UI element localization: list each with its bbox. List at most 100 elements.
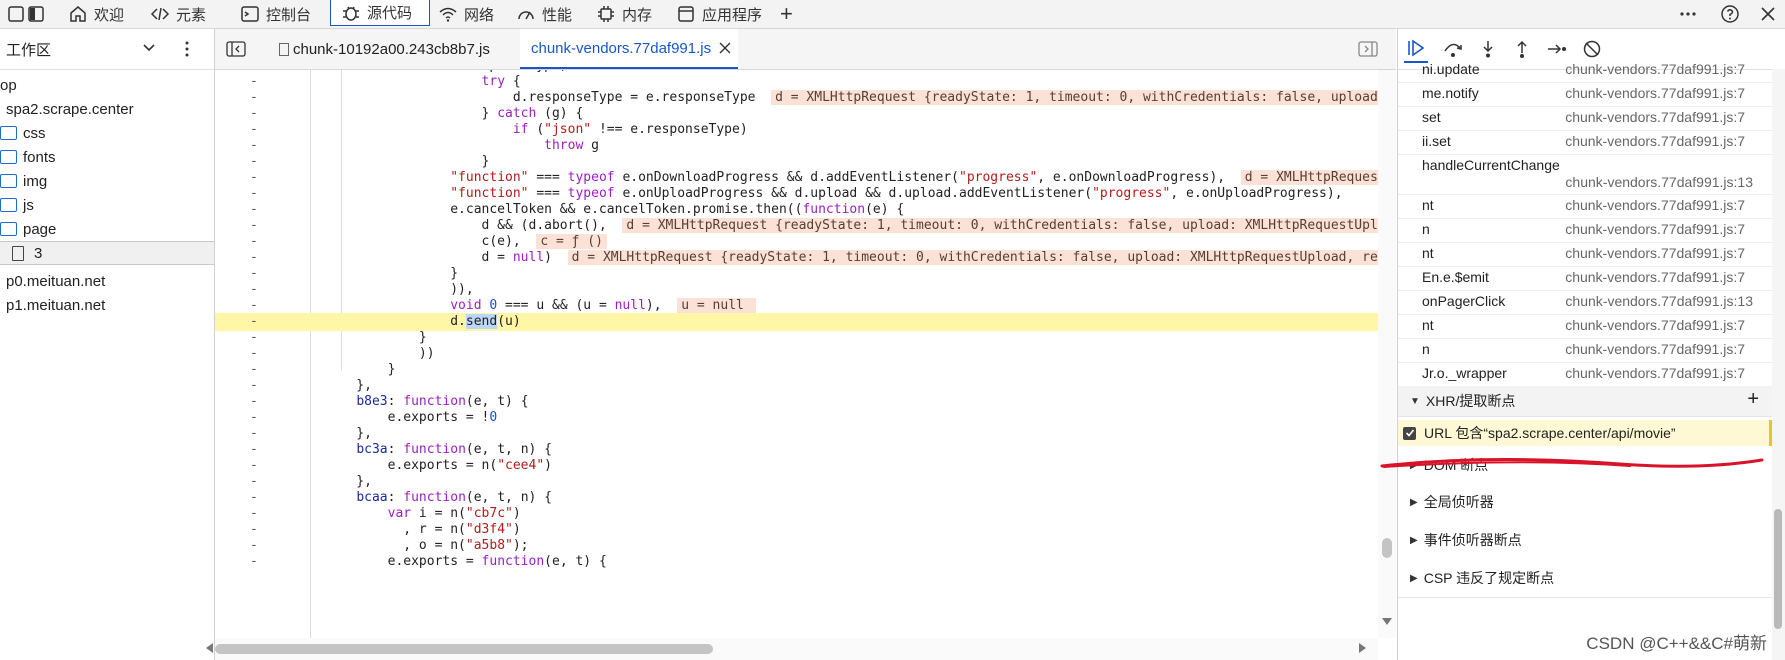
toggle-navigator-icon[interactable]: [223, 29, 249, 69]
event-listener-breakpoints-header[interactable]: ▶ 事件侦听器断点: [1398, 521, 1773, 560]
frame-location[interactable]: chunk-vendors.77daf991.js:7: [1565, 61, 1745, 77]
step-into-icon[interactable]: [1478, 39, 1498, 59]
add-tab-button[interactable]: +: [780, 0, 793, 28]
editor-horizontal-scrollbar[interactable]: [206, 638, 1378, 660]
checkbox-checked[interactable]: [1403, 426, 1416, 440]
tab-label: 内存: [622, 6, 653, 24]
call-frame[interactable]: nt chunk-vendors.77daf991.js:7: [1398, 314, 1773, 339]
call-frame[interactable]: set chunk-vendors.77daf991.js:7: [1398, 106, 1773, 131]
tree-item-domain[interactable]: spa2.scrape.center: [6, 97, 134, 121]
call-frame[interactable]: En.e.$emit chunk-vendors.77daf991.js:7: [1398, 266, 1773, 291]
editor-tab-chunk[interactable]: chunk-10192a00.243cb8b7.js: [275, 29, 490, 69]
xhr-breakpoint-entry[interactable]: URL 包含“spa2.scrape.center/api/movie”: [1398, 420, 1773, 446]
tree-item-domain[interactable]: p0.meituan.net: [6, 269, 105, 293]
toggle-debugger-icon[interactable]: [1355, 29, 1381, 69]
frame-location[interactable]: chunk-vendors.77daf991.js:7: [1565, 317, 1745, 333]
tree-item-label: p0.meituan.net: [6, 272, 106, 290]
step-icon[interactable]: [1546, 39, 1568, 59]
tree-item-file-selected[interactable]: 3: [0, 241, 214, 265]
tab-console[interactable]: 控制台: [240, 0, 311, 28]
call-frame[interactable]: n chunk-vendors.77daf991.js:7: [1398, 218, 1773, 243]
workspace-tab[interactable]: 工作区: [6, 39, 51, 60]
console-icon: [240, 4, 260, 24]
step-out-icon[interactable]: [1512, 39, 1532, 59]
collapsed-triangle-icon: ▶: [1410, 496, 1418, 508]
call-frame[interactable]: nt chunk-vendors.77daf991.js:7: [1398, 194, 1773, 219]
scroll-thumb[interactable]: [1774, 509, 1782, 629]
step-over-icon[interactable]: [1442, 39, 1464, 59]
help-icon[interactable]: [1718, 2, 1742, 26]
frame-location[interactable]: chunk-vendors.77daf991.js:7: [1565, 109, 1745, 125]
frame-location[interactable]: chunk-vendors.77daf991.js:7: [1565, 221, 1745, 237]
frame-location[interactable]: chunk-vendors.77daf991.js:7: [1565, 197, 1745, 213]
home-icon: [68, 4, 88, 24]
tab-elements[interactable]: 元素: [150, 0, 206, 28]
call-frame[interactable]: nt chunk-vendors.77daf991.js:7: [1398, 242, 1773, 267]
deactivate-breakpoints-icon[interactable]: [1582, 39, 1602, 59]
call-frame[interactable]: ii.set chunk-vendors.77daf991.js:7: [1398, 130, 1773, 155]
frame-location[interactable]: chunk-vendors.77daf991.js:13: [1565, 293, 1753, 309]
tab-application[interactable]: 应用程序: [676, 0, 762, 28]
tab-sources[interactable]: 源代码: [330, 0, 430, 26]
tree-item-folder[interactable]: page: [0, 217, 56, 241]
plus-icon: +: [780, 1, 793, 26]
call-frame[interactable]: handleCurrentChange chunk-vendors.77daf99…: [1398, 154, 1773, 195]
call-frame[interactable]: ni.update chunk-vendors.77daf991.js:7: [1398, 58, 1773, 83]
frame-location[interactable]: chunk-vendors.77daf991.js:7: [1565, 245, 1745, 261]
tree-item-top[interactable]: op: [0, 73, 17, 97]
frame-location[interactable]: chunk-vendors.77daf991.js:7: [1565, 365, 1745, 381]
scroll-thumb[interactable]: [1382, 538, 1392, 558]
close-tab-icon[interactable]: [719, 42, 731, 54]
frame-location[interactable]: chunk-vendors.77daf991.js:7: [1565, 341, 1745, 357]
code-editor[interactable]: - e.responseType) - try { - d.responseTy…: [215, 70, 1378, 638]
dock-icon[interactable]: [24, 2, 48, 26]
tree-item-folder[interactable]: fonts: [0, 145, 56, 169]
tree-item-folder[interactable]: js: [0, 193, 34, 217]
call-frame[interactable]: me.notify chunk-vendors.77daf991.js:7: [1398, 82, 1773, 107]
tab-memory[interactable]: 内存: [596, 0, 652, 28]
expanded-triangle-icon: ▼: [1410, 395, 1420, 407]
csp-breakpoints-header[interactable]: ▶ CSP 违反了规定断点: [1398, 559, 1773, 598]
tab-welcome[interactable]: 欢迎: [68, 0, 124, 28]
scroll-left-icon[interactable]: [205, 643, 213, 653]
section-title: 事件侦听器断点: [1423, 532, 1522, 548]
devtools-tabbar: 欢迎 元素 控制台 源代码 网络 性能 内存 应用程序 +: [0, 0, 1785, 29]
editor-vertical-scrollbar[interactable]: [1378, 70, 1396, 638]
tab-label: 网络: [464, 6, 495, 24]
tree-item-label: js: [23, 196, 34, 214]
tree-item-domain[interactable]: p1.meituan.net: [6, 293, 105, 317]
tree-item-label: page: [23, 220, 57, 238]
folder-icon: [0, 150, 17, 164]
close-devtools-icon[interactable]: [1756, 2, 1780, 26]
call-frame[interactable]: onPagerClick chunk-vendors.77daf991.js:13: [1398, 290, 1773, 315]
frame-name: set: [1422, 109, 1441, 125]
chevron-down-icon[interactable]: [142, 41, 156, 55]
global-listeners-header[interactable]: ▶ 全局侦听器: [1398, 483, 1773, 522]
debugger-scrollbar[interactable]: [1772, 69, 1785, 660]
call-frame[interactable]: Jr.o._wrapper chunk-vendors.77daf991.js:7: [1398, 362, 1773, 387]
tab-label: 应用程序: [702, 6, 763, 24]
tree-item-folder[interactable]: css: [0, 121, 46, 145]
more-vertical-icon[interactable]: [184, 40, 190, 58]
editor-tab-vendors[interactable]: chunk-vendors.77daf991.js: [520, 29, 738, 69]
call-frame[interactable]: n chunk-vendors.77daf991.js:7: [1398, 338, 1773, 363]
frame-location[interactable]: chunk-vendors.77daf991.js:7: [1565, 85, 1745, 101]
tab-network[interactable]: 网络: [438, 0, 494, 28]
scroll-right-icon[interactable]: [1359, 643, 1367, 653]
xhr-breakpoints-header[interactable]: ▼ XHR/提取断点 +: [1398, 386, 1773, 417]
frame-name: nt: [1422, 317, 1434, 333]
frame-name: n: [1422, 221, 1430, 237]
frame-location[interactable]: chunk-vendors.77daf991.js:13: [1565, 174, 1753, 190]
more-icon[interactable]: [1676, 2, 1700, 26]
scroll-thumb[interactable]: [215, 644, 713, 654]
tree-item-folder[interactable]: img: [0, 169, 47, 193]
section-title: 全局侦听器: [1423, 494, 1494, 510]
frame-location[interactable]: chunk-vendors.77daf991.js:7: [1565, 269, 1745, 285]
frame-location[interactable]: chunk-vendors.77daf991.js:7: [1565, 133, 1745, 149]
scroll-down-icon[interactable]: [1382, 618, 1392, 626]
folder-icon: [0, 222, 17, 236]
tab-performance[interactable]: 性能: [516, 0, 572, 28]
add-xhr-breakpoint-button[interactable]: +: [1747, 388, 1759, 411]
file-icon: [279, 42, 289, 56]
file-icon: [12, 245, 24, 261]
